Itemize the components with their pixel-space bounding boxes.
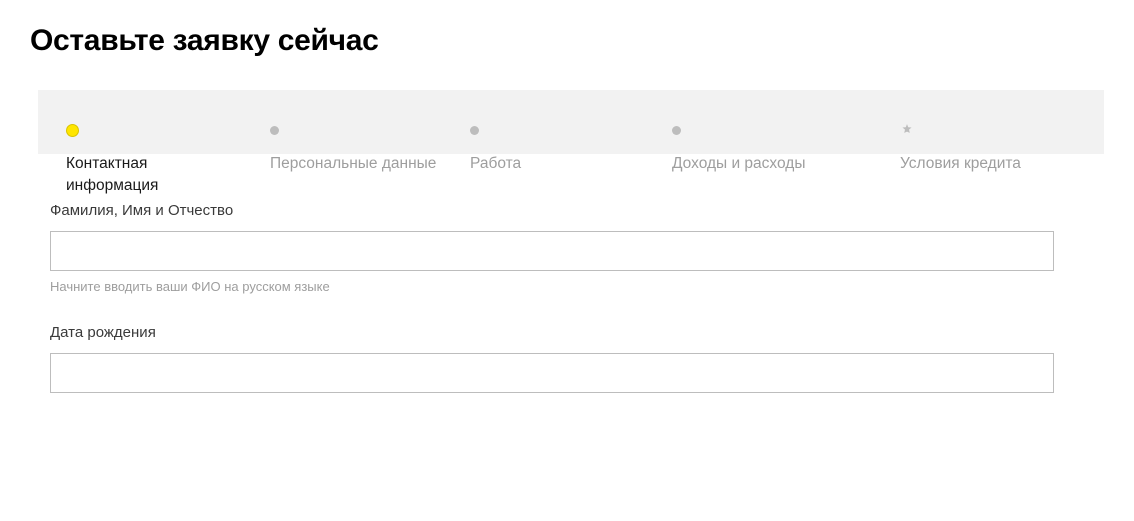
step-label: Работа	[470, 153, 521, 175]
step-work[interactable]: Работа	[470, 126, 672, 175]
step-label: Доходы и расходы	[672, 153, 805, 175]
step-dot-icon	[470, 126, 479, 135]
step-dot-icon	[270, 126, 279, 135]
step-dot-icon	[66, 124, 79, 137]
form-group-birthdate: Дата рождения	[50, 324, 1054, 393]
birthdate-input[interactable]	[50, 353, 1054, 393]
step-star-icon	[900, 123, 914, 137]
fullname-hint: Начните вводить ваши ФИО на русском язык…	[50, 279, 1054, 294]
fullname-label: Фамилия, Имя и Отчество	[50, 202, 1054, 219]
step-dot-icon	[672, 126, 681, 135]
step-contact-info[interactable]: Контактная информация	[66, 126, 270, 198]
step-credit-terms[interactable]: Условия кредита	[900, 126, 1021, 175]
step-label: Условия кредита	[900, 153, 1021, 175]
step-personal-data[interactable]: Персональные данные	[270, 126, 470, 175]
birthdate-label: Дата рождения	[50, 324, 1054, 341]
fullname-input[interactable]	[50, 231, 1054, 271]
step-income-expenses[interactable]: Доходы и расходы	[672, 126, 900, 175]
page-title: Оставьте заявку сейчас	[30, 24, 1104, 58]
step-label: Контактная информация	[66, 153, 158, 198]
form-group-fullname: Фамилия, Имя и Отчество Начните вводить …	[50, 202, 1054, 294]
step-label: Персональные данные	[270, 153, 436, 175]
form-stepper: Контактная информация Персональные данны…	[38, 90, 1104, 154]
